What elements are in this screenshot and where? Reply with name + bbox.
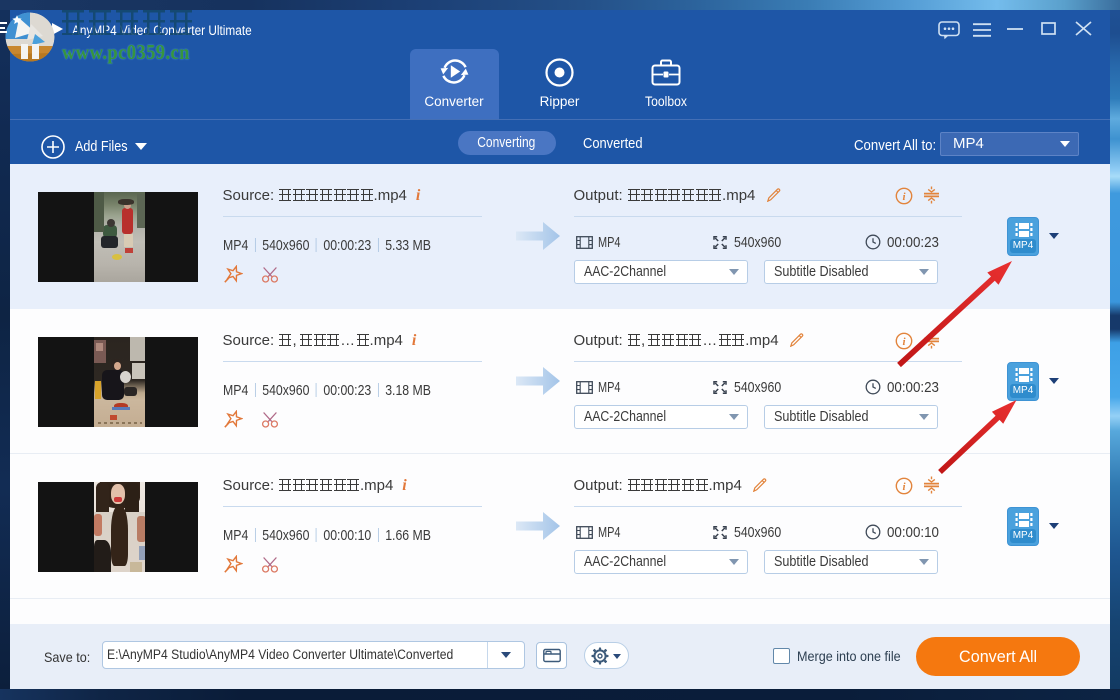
svg-text:i: i [902,191,906,203]
svg-text:i: i [902,481,906,493]
svg-text:i: i [902,336,906,348]
